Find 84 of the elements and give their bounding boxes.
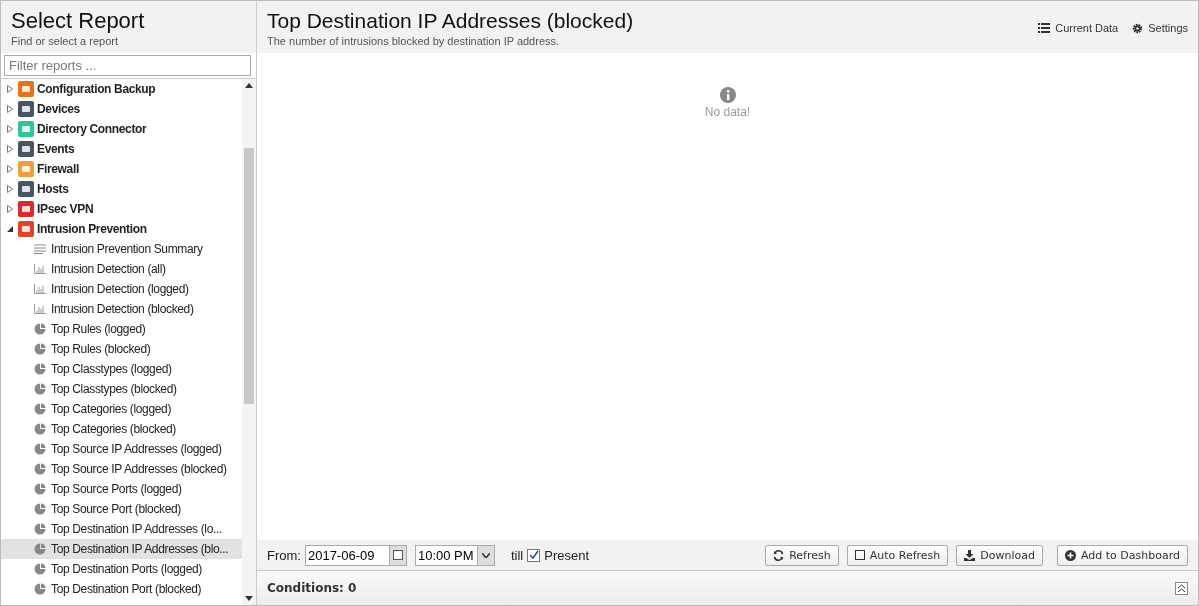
tree-item[interactable]: Intrusion Detection (blocked) [1, 299, 242, 319]
tree-item[interactable]: Devices [1, 99, 242, 119]
tree-item[interactable]: Top Source IP Addresses (logged) [1, 439, 242, 459]
pie-chart-icon [34, 403, 46, 415]
list-icon [1038, 23, 1051, 33]
report-description: The number of intrusions blocked by destination IP address. [267, 35, 561, 47]
tree-item[interactable]: Top Rules (blocked) [1, 339, 242, 359]
expand-icon[interactable] [6, 145, 14, 153]
till-label: till [510, 547, 524, 563]
scroll-down-icon[interactable] [245, 596, 253, 601]
tree-item[interactable]: Hosts [1, 179, 242, 199]
tree-item[interactable]: Configuration Backup [1, 79, 242, 99]
pie-chart-icon [34, 463, 46, 475]
scrollbar[interactable] [242, 79, 256, 605]
toolbar-button[interactable]: Refresh [765, 544, 839, 566]
report-title: Top Destination IP Addresses (blocked) [267, 8, 634, 34]
collapse-icon[interactable] [6, 225, 14, 233]
tree-item[interactable]: Top Destination IP Addresses (lo... [1, 519, 242, 539]
present-label: Present [544, 547, 590, 563]
panel-subtitle: Find or select a report [11, 35, 119, 47]
tree-item[interactable]: Top Categories (blocked) [1, 419, 242, 439]
pie-chart-icon [34, 423, 46, 435]
pie-chart-icon [34, 383, 46, 395]
calendar-icon [392, 550, 403, 560]
tree-item[interactable]: Intrusion Prevention Summary [1, 239, 242, 259]
empty-message: No data! [704, 105, 751, 119]
pie-chart-icon [34, 483, 46, 495]
tree-item[interactable]: Top Source Ports (logged) [1, 479, 242, 499]
present-checkbox[interactable] [527, 548, 541, 562]
bar-chart-icon [34, 304, 46, 314]
scroll-up-icon[interactable] [245, 83, 253, 88]
pie-chart-icon [34, 583, 46, 595]
tree-item[interactable]: Top Source Port (blocked) [1, 499, 242, 519]
pie-chart-icon [34, 443, 46, 455]
collapse-icon[interactable] [1175, 581, 1188, 595]
panel-title: Select Report [11, 7, 146, 35]
from-label: From: [267, 547, 301, 563]
expand-icon[interactable] [6, 105, 14, 113]
pie-chart-icon [34, 343, 46, 355]
toolbar-button[interactable]: Download [956, 544, 1043, 566]
tree-item[interactable]: Top Classtypes (blocked) [1, 379, 242, 399]
tree-item[interactable]: Top Destination Port (blocked) [1, 579, 242, 599]
tree-item[interactable]: Firewall [1, 159, 242, 179]
pie-chart-icon [34, 543, 46, 555]
expand-icon[interactable] [6, 205, 14, 213]
pie-chart-icon [34, 323, 46, 335]
bar-chart-icon [34, 264, 46, 274]
pie-chart-icon [34, 363, 46, 375]
tree-item[interactable]: Top Rules (logged) [1, 319, 242, 339]
expand-icon[interactable] [6, 165, 14, 173]
caret-icon [481, 552, 490, 558]
conditions-label: Conditions: 0 [267, 581, 357, 595]
tree-item[interactable]: Directory Connector [1, 119, 242, 139]
tree-item[interactable]: Intrusion Detection (all) [1, 259, 242, 279]
toolbar-button[interactable]: Add to Dashboard [1057, 544, 1188, 566]
expand-icon[interactable] [6, 85, 14, 93]
header-link[interactable]: Settings [1132, 21, 1188, 35]
expand-icon[interactable] [6, 185, 14, 193]
bar-chart-icon [34, 284, 46, 294]
filter-field[interactable]: Filter reports ... [4, 55, 251, 76]
tree-item[interactable]: IPsec VPN [1, 199, 242, 219]
tree-item[interactable]: Intrusion Detection (logged) [1, 279, 242, 299]
tree-item[interactable]: Top Destination IP Addresses (blo... [1, 539, 242, 559]
tree-item[interactable]: Top Destination Ports (logged) [1, 559, 242, 579]
pie-chart-icon [34, 563, 46, 575]
tree-item[interactable]: Top Categories (logged) [1, 399, 242, 419]
expand-icon[interactable] [6, 125, 14, 133]
date-field[interactable]: 2017-06-09 [304, 544, 389, 566]
info-icon [719, 87, 736, 103]
pie-chart-icon [34, 523, 46, 535]
pie-chart-icon [34, 503, 46, 515]
toolbar-button[interactable]: Auto Refresh [846, 544, 949, 566]
download-icon [964, 549, 976, 561]
header-link[interactable]: Current Data [1038, 21, 1119, 35]
tree-item[interactable]: Top Source IP Addresses (blocked) [1, 459, 242, 479]
checkbox-icon [854, 550, 865, 560]
lines-icon [34, 244, 46, 254]
add-icon [1065, 549, 1076, 561]
time-field[interactable]: 10:00 PM [414, 544, 477, 566]
tree-item[interactable]: Intrusion Prevention [1, 219, 242, 239]
tree-item[interactable]: Events [1, 139, 242, 159]
settings-icon [1132, 22, 1144, 34]
tree-item[interactable]: Top Classtypes (logged) [1, 359, 242, 379]
refresh-icon [773, 549, 785, 561]
